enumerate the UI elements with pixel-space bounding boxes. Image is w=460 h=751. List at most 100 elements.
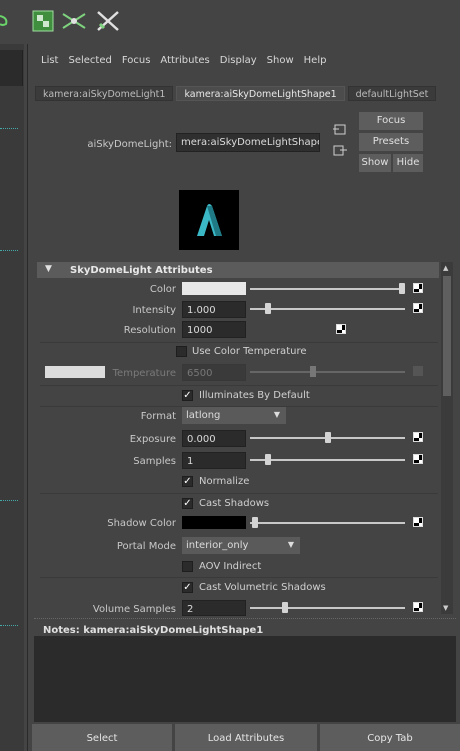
wrench-icon[interactable] <box>95 10 121 32</box>
resolution-field[interactable]: 1000 <box>182 321 246 338</box>
notes-textarea[interactable] <box>34 636 456 722</box>
exposure-map-button[interactable] <box>413 432 423 442</box>
cast-shadows-checkbox[interactable]: ✓ <box>182 498 193 509</box>
divider <box>40 342 438 343</box>
menu-list[interactable]: List <box>37 52 64 70</box>
menu-show[interactable]: Show <box>263 52 300 70</box>
aov-indirect-label: AOV Indirect <box>199 561 262 572</box>
temperature-field: 6500 <box>182 364 246 381</box>
temperature-map-button <box>413 366 423 376</box>
menu-bar: List Selected Focus Attributes Display S… <box>37 52 332 70</box>
notes-label: Notes: kamera:aiSkyDomeLightShape1 <box>43 625 264 636</box>
exposure-slider-handle[interactable] <box>325 432 331 443</box>
use-color-temperature-label: Use Color Temperature <box>192 346 307 357</box>
resolution-label: Resolution <box>123 325 176 336</box>
show-button[interactable]: Show <box>359 154 391 172</box>
node-name-field[interactable]: mera:aiSkyDomeLightShape1 <box>176 133 320 152</box>
tab-lightset[interactable]: defaultLightSet <box>347 86 437 101</box>
load-attributes-button[interactable]: Load Attributes <box>175 724 317 751</box>
divider <box>0 625 18 626</box>
color-swatch[interactable] <box>182 282 246 295</box>
portal-mode-dropdown-arrow-icon[interactable]: ▼ <box>282 537 300 554</box>
scrollbar[interactable]: ▲ ▼ <box>441 262 453 614</box>
shadow-color-slider-handle[interactable] <box>252 517 258 528</box>
exposure-label: Exposure <box>129 434 176 445</box>
collapse-arrow-icon[interactable]: ▼ <box>45 264 52 274</box>
samples-slider-track[interactable] <box>250 459 405 461</box>
color-slider-track[interactable] <box>250 288 405 290</box>
divider <box>0 500 18 501</box>
temperature-label: Temperature <box>112 368 176 379</box>
color-label: Color <box>149 284 176 295</box>
arnold-logo <box>179 190 239 250</box>
format-dropdown[interactable]: latlong <box>182 407 268 424</box>
shadow-color-swatch[interactable] <box>182 516 246 529</box>
cast-volumetric-shadows-checkbox[interactable]: ✓ <box>182 582 193 593</box>
normalize-checkbox[interactable]: ✓ <box>182 476 193 487</box>
cast-volumetric-shadows-label: Cast Volumetric Shadows <box>199 582 326 593</box>
resolution-map-button[interactable] <box>336 324 346 334</box>
menu-focus[interactable]: Focus <box>118 52 157 70</box>
shadow-color-slider-track[interactable] <box>250 522 405 524</box>
output-connection-icon[interactable] <box>333 145 347 157</box>
scroll-down-icon[interactable]: ▼ <box>443 604 448 612</box>
intensity-label: Intensity <box>132 305 176 316</box>
color-map-button[interactable] <box>413 283 423 293</box>
presets-button[interactable]: Presets <box>359 133 423 151</box>
divider <box>0 250 18 251</box>
menu-selected[interactable]: Selected <box>64 52 117 70</box>
left-panel <box>0 44 24 751</box>
menu-help[interactable]: Help <box>300 52 333 70</box>
illuminates-checkbox[interactable]: ✓ <box>182 390 193 401</box>
color-slider-handle[interactable] <box>399 283 405 294</box>
temperature-slider-track <box>250 371 405 373</box>
input-connection-icon[interactable] <box>333 124 347 136</box>
intensity-map-button[interactable] <box>413 303 423 313</box>
tab-transform[interactable]: kamera:aiSkyDomeLight1 <box>35 86 174 101</box>
exposure-field[interactable]: 0.000 <box>182 430 246 447</box>
intensity-slider-track[interactable] <box>250 308 405 310</box>
samples-label: Samples <box>133 456 176 467</box>
copy-tab-button[interactable]: Copy Tab <box>320 724 460 751</box>
notes-splitter[interactable] <box>34 618 456 620</box>
divider <box>40 577 438 578</box>
temperature-swatch <box>45 366 105 378</box>
menu-attributes[interactable]: Attributes <box>156 52 215 70</box>
volume-samples-map-button[interactable] <box>413 602 423 612</box>
hide-button[interactable]: Hide <box>393 154 423 172</box>
menu-display[interactable]: Display <box>216 52 263 70</box>
temperature-slider-handle <box>310 366 316 377</box>
left-panel-header <box>0 50 23 86</box>
volume-samples-field[interactable]: 2 <box>182 600 246 616</box>
divider <box>40 493 438 494</box>
divider <box>40 385 438 386</box>
aov-indirect-checkbox[interactable] <box>182 561 193 572</box>
samples-map-button[interactable] <box>413 454 423 464</box>
shadow-color-label: Shadow Color <box>107 518 176 529</box>
checker-icon[interactable] <box>32 10 54 32</box>
transform-icon[interactable] <box>60 10 88 32</box>
normalize-label: Normalize <box>199 476 250 487</box>
format-dropdown-arrow-icon[interactable]: ▼ <box>268 407 286 424</box>
top-toolbar <box>0 0 460 40</box>
volume-samples-slider-handle[interactable] <box>282 602 288 613</box>
bottom-bar: Select Load Attributes Copy Tab <box>30 724 460 751</box>
sculpt-icon[interactable] <box>0 10 10 32</box>
node-name-label: aiSkyDomeLight: <box>87 139 172 150</box>
section-header[interactable]: ▼ SkyDomeLight Attributes <box>37 262 439 278</box>
samples-field[interactable]: 1 <box>182 452 246 469</box>
use-color-temperature-checkbox[interactable] <box>176 346 187 357</box>
portal-mode-label: Portal Mode <box>116 541 176 552</box>
select-button[interactable]: Select <box>32 724 172 751</box>
volume-samples-slider-track[interactable] <box>250 607 405 609</box>
intensity-field[interactable]: 1.000 <box>182 301 246 318</box>
portal-mode-dropdown[interactable]: interior_only <box>182 537 282 554</box>
scrollbar-thumb[interactable] <box>443 276 451 396</box>
shadow-color-map-button[interactable] <box>413 517 423 527</box>
tab-shape[interactable]: kamera:aiSkyDomeLightShape1 <box>176 86 345 101</box>
scroll-up-icon[interactable]: ▲ <box>443 264 448 272</box>
samples-slider-handle[interactable] <box>265 454 271 465</box>
intensity-slider-handle[interactable] <box>265 303 271 314</box>
volume-samples-label: Volume Samples <box>92 604 176 615</box>
focus-button[interactable]: Focus <box>359 112 423 130</box>
